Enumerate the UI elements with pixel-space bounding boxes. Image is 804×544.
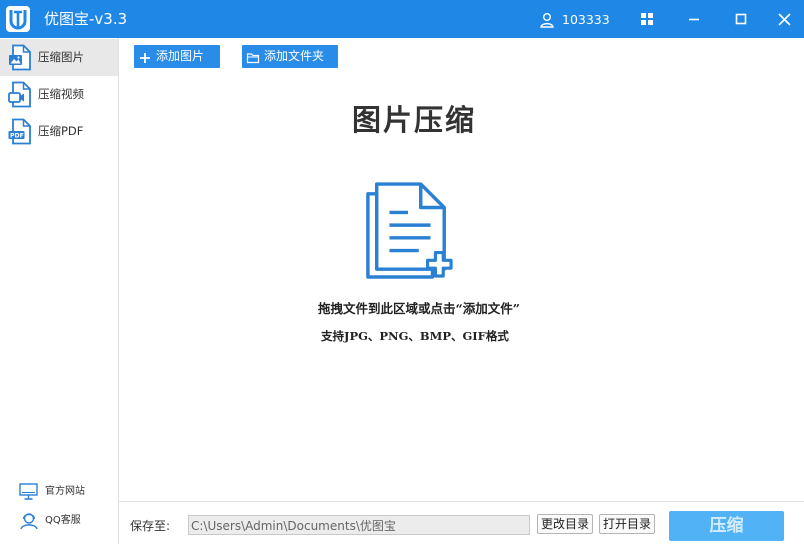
qq-support-label: QQ客服 [45, 515, 81, 526]
sidebar-item-label: 压缩PDF [38, 124, 84, 138]
user-id: 103333 [562, 12, 610, 27]
sidebar: 压缩图片 压缩视频 PDF 压缩PDF 官方网站 QQ客服 [0, 38, 119, 544]
app-window: 优图宝-v3.3 103333 压缩图片 压缩视频 PDF 压缩PDF 官方网站… [0, 0, 804, 544]
document-add-icon[interactable] [364, 182, 454, 280]
main-panel: 添加图片 添加文件夹 图片压缩 拖拽文件到此区域或点击“添加文件” 支持JPG、 [119, 38, 804, 544]
save-to-label: 保存至: [130, 519, 171, 533]
add-folder-label: 添加文件夹 [264, 49, 325, 63]
grid-icon [641, 13, 653, 25]
supported-formats: 支持JPG、PNG、BMP、GIF格式 [321, 329, 509, 343]
sidebar-item-label: 压缩视频 [38, 87, 84, 101]
plus-icon [138, 50, 152, 64]
bottom-bar: 保存至: 更改目录 打开目录 压缩 [119, 501, 804, 544]
sidebar-item-label: 压缩图片 [38, 50, 84, 64]
user-icon [539, 12, 555, 28]
official-website-label: 官方网站 [45, 486, 85, 497]
minimize-icon [689, 18, 699, 21]
sidebar-item-compress-pdf[interactable]: PDF 压缩PDF [0, 113, 118, 150]
app-logo-icon [5, 5, 31, 33]
open-directory-button[interactable]: 打开目录 [599, 514, 655, 534]
maximize-button[interactable] [728, 6, 754, 32]
add-image-label: 添加图片 [156, 49, 205, 63]
pdf-file-icon: PDF [8, 118, 32, 145]
save-path-input[interactable] [188, 515, 530, 535]
add-image-button[interactable]: 添加图片 [134, 45, 220, 68]
video-file-icon [8, 81, 32, 108]
compress-button[interactable]: 压缩 [669, 511, 784, 541]
menu-grid-button[interactable] [634, 6, 660, 32]
dropzone-title: 图片压缩 [352, 103, 477, 137]
official-website-link[interactable]: 官方网站 [18, 481, 85, 503]
qq-support-link[interactable]: QQ客服 [18, 510, 81, 532]
monitor-icon [18, 483, 40, 501]
close-icon [777, 12, 791, 26]
sidebar-item-compress-image[interactable]: 压缩图片 [0, 39, 118, 76]
image-file-icon [8, 44, 32, 71]
window-title: 优图宝-v3.3 [44, 10, 128, 28]
minimize-button[interactable] [681, 6, 707, 32]
dropzone-hint: 拖拽文件到此区域或点击“添加文件” [318, 301, 520, 316]
close-button[interactable] [771, 6, 797, 32]
title-bar: 优图宝-v3.3 103333 [0, 0, 804, 38]
folder-icon [246, 50, 260, 64]
user-account[interactable]: 103333 [539, 10, 610, 30]
change-directory-button[interactable]: 更改目录 [537, 514, 593, 534]
support-person-icon [18, 512, 40, 530]
sidebar-item-compress-video[interactable]: 压缩视频 [0, 76, 118, 113]
maximize-icon [735, 13, 747, 25]
add-folder-button[interactable]: 添加文件夹 [242, 45, 338, 68]
pdf-icon-label: PDF [10, 133, 24, 140]
